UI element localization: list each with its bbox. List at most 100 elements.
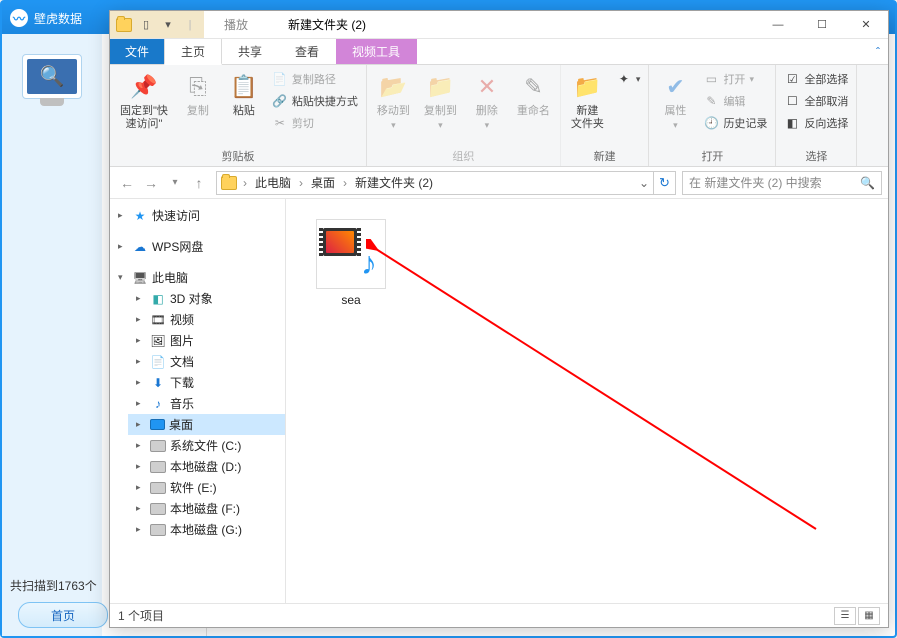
monitor-icon: 🔍 (22, 54, 82, 99)
np-downloads[interactable]: ▸⬇下载 (128, 372, 285, 393)
documents-icon: 📄 (150, 354, 166, 370)
new-folder-button[interactable]: 📁新建 文件夹 (567, 69, 608, 133)
nav-up-button[interactable]: ↑ (188, 172, 210, 194)
np-drive-c[interactable]: ▸系统文件 (C:) (128, 435, 285, 456)
pin-button[interactable]: 📌固定到"快 速访问" (116, 69, 172, 133)
edit-icon: ✎ (703, 93, 719, 109)
pictures-icon: 🖼 (150, 333, 166, 349)
bg-device-pane: 🔍 (2, 34, 102, 636)
np-drive-e[interactable]: ▸软件 (E:) (128, 477, 285, 498)
new-item-button[interactable]: ✦▾ (614, 69, 643, 89)
cube-icon: ◧ (150, 291, 166, 307)
cut-button[interactable]: ✂剪切 (270, 113, 360, 133)
cut-icon: ✂ (272, 115, 288, 131)
open-icon: ▭ (703, 71, 719, 87)
addr-dropdown-icon[interactable]: ⌄ (639, 176, 649, 190)
clipboard-group-label: 剪贴板 (116, 146, 360, 164)
np-desktop[interactable]: ▸桌面 (128, 414, 285, 435)
qat-dropdown-icon[interactable]: ▾ (160, 17, 176, 33)
chevron-right-icon: › (243, 176, 247, 190)
drive-icon (150, 461, 166, 473)
np-drive-g[interactable]: ▸本地磁盘 (G:) (128, 519, 285, 540)
delete-button[interactable]: ✕删除▾ (467, 69, 507, 133)
title-context-label: 播放 (224, 16, 248, 33)
select-group-label: 选择 (782, 146, 850, 164)
edit-button[interactable]: ✎编辑 (701, 91, 769, 111)
close-button[interactable]: ✕ (844, 11, 888, 38)
computer-icon: 🖥 (132, 270, 148, 286)
organize-group-label: 组织 (373, 146, 554, 164)
open-group-label: 打开 (655, 146, 769, 164)
statusbar: 1 个项目 ☰ ▦ (110, 603, 888, 627)
np-drive-f[interactable]: ▸本地磁盘 (F:) (128, 498, 285, 519)
new-group-label: 新建 (567, 146, 643, 164)
np-documents[interactable]: ▸📄文档 (128, 351, 285, 372)
tab-file[interactable]: 文件 (110, 39, 164, 64)
address-row: ← → ▾ ↑ › 此电脑 › 桌面 › 新建文件夹 (2) ⌄ ↻ 在 新建文… (110, 167, 888, 199)
crumb-desktop[interactable]: 桌面 (309, 174, 337, 191)
view-details-button[interactable]: ☰ (834, 607, 856, 625)
np-videos[interactable]: ▸🎞视频 (128, 309, 285, 330)
qat-folder-icon[interactable] (116, 18, 132, 32)
rename-button[interactable]: ✎重命名 (513, 69, 554, 120)
crumb-this-pc[interactable]: 此电脑 (253, 174, 293, 191)
select-none-button[interactable]: ☐全部取消 (782, 91, 850, 111)
view-icons-button[interactable]: ▦ (858, 607, 880, 625)
bg-app-logo-icon: 〰 (10, 9, 28, 27)
music-note-icon: ♪ (361, 245, 377, 282)
paste-shortcut-button[interactable]: 🔗粘贴快捷方式 (270, 91, 360, 111)
copy-to-icon: 📁 (424, 71, 456, 103)
tab-view[interactable]: 查看 (279, 39, 336, 64)
invert-selection-button[interactable]: ◧反向选择 (782, 113, 850, 133)
refresh-button[interactable]: ↻ (654, 171, 676, 195)
np-this-pc[interactable]: ▾🖥此电脑 (110, 267, 285, 288)
np-wps[interactable]: ▸☁WPS网盘 (110, 236, 285, 257)
crumb-folder[interactable]: 新建文件夹 (2) (353, 174, 435, 191)
tab-video-tools[interactable]: 视频工具 (336, 39, 417, 64)
window-controls: — ☐ ✕ (756, 11, 888, 38)
bg-home-button[interactable]: 首页 (18, 602, 108, 628)
copy-button[interactable]: ⎘复制 (178, 69, 218, 120)
np-pictures[interactable]: ▸🖼图片 (128, 330, 285, 351)
copy-path-button[interactable]: 📄复制路径 (270, 69, 360, 89)
drive-icon (150, 524, 166, 536)
history-button[interactable]: 🕘历史记录 (701, 113, 769, 133)
move-to-button[interactable]: 📂移动到▾ (373, 69, 414, 133)
nav-back-button[interactable]: ← (116, 172, 138, 194)
file-item-sea[interactable]: ♪ sea (306, 219, 396, 307)
ribbon-collapse-icon[interactable]: ˆ (868, 39, 888, 64)
ribbon-group-select: ☑全部选择 ☐全部取消 ◧反向选择 选择 (776, 65, 857, 166)
title-folder-name: 新建文件夹 (2) (288, 16, 366, 33)
star-icon: ★ (132, 208, 148, 224)
select-all-icon: ☑ (784, 71, 800, 87)
tab-home[interactable]: 主页 (164, 39, 222, 65)
maximize-button[interactable]: ☐ (800, 11, 844, 38)
nav-forward-button[interactable]: → (140, 172, 162, 194)
search-input[interactable]: 在 新建文件夹 (2) 中搜索 🔍 (682, 171, 882, 195)
properties-button[interactable]: ✔属性▾ (655, 69, 695, 133)
tab-share[interactable]: 共享 (222, 39, 279, 64)
explorer-window: ▯ ▾ | 播放 新建文件夹 (2) — ☐ ✕ 文件 主页 共享 查看 视频工… (109, 10, 889, 628)
np-quick-access[interactable]: ▸★快速访问 (110, 205, 285, 226)
move-to-icon: 📂 (377, 71, 409, 103)
chevron-right-icon: › (343, 176, 347, 190)
ribbon-group-open: ✔属性▾ ▭打开▾ ✎编辑 🕘历史记录 打开 (649, 65, 776, 166)
address-bar[interactable]: › 此电脑 › 桌面 › 新建文件夹 (2) ⌄ (216, 171, 654, 195)
delete-icon: ✕ (471, 71, 503, 103)
minimize-button[interactable]: — (756, 11, 800, 38)
paste-button[interactable]: 📋粘贴 (224, 69, 264, 120)
ribbon-group-new: 📁新建 文件夹 ✦▾ 新建 (561, 65, 650, 166)
nav-pane: ▸★快速访问 ▸☁WPS网盘 ▾🖥此电脑 ▸◧3D 对象 ▸🎞视频 ▸🖼图片 ▸… (110, 199, 286, 603)
select-all-button[interactable]: ☑全部选择 (782, 69, 850, 89)
np-3d-objects[interactable]: ▸◧3D 对象 (128, 288, 285, 309)
quick-access-toolbar: ▯ ▾ | (110, 11, 204, 38)
bg-status-text: 共扫描到1763个 (10, 577, 97, 594)
open-button[interactable]: ▭打开▾ (701, 69, 769, 89)
np-drive-d[interactable]: ▸本地磁盘 (D:) (128, 456, 285, 477)
nav-history-button[interactable]: ▾ (164, 172, 186, 194)
select-none-icon: ☐ (784, 93, 800, 109)
file-area[interactable]: ♪ sea (286, 199, 888, 603)
copy-to-button[interactable]: 📁复制到▾ (420, 69, 461, 133)
np-music[interactable]: ▸♪音乐 (128, 393, 285, 414)
qat-item-icon[interactable]: ▯ (138, 17, 154, 33)
